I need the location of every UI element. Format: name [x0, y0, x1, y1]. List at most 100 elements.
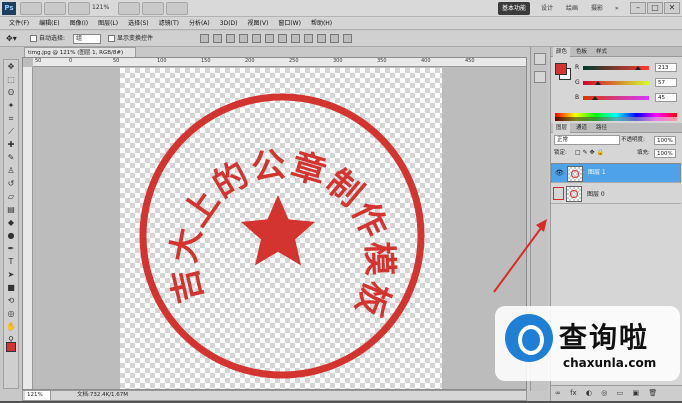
move-tool-preset-icon[interactable]: ✥▾	[6, 34, 17, 44]
trash-icon[interactable]: 🗑	[648, 389, 657, 397]
align-hcenter-icon[interactable]	[252, 34, 261, 43]
tab-swatches[interactable]: 色板	[573, 47, 590, 57]
magic-wand-tool-icon[interactable]: ✦	[5, 100, 17, 112]
auto-select-checkbox[interactable]	[30, 35, 37, 42]
workspace-design[interactable]: 设计	[537, 2, 557, 15]
close-button[interactable]: ✕	[664, 2, 680, 14]
move-tool-icon[interactable]: ✥	[5, 61, 17, 73]
hidden-visibility-toggle[interactable]	[553, 187, 564, 200]
screen-mode-button[interactable]	[166, 2, 188, 15]
view-extras-button[interactable]	[68, 2, 90, 15]
distribute-bottom-icon[interactable]	[304, 34, 313, 43]
blend-mode-dropdown[interactable]: 正常	[554, 135, 620, 145]
distribute-left-icon[interactable]	[317, 34, 326, 43]
clone-stamp-tool-icon[interactable]: ♙	[5, 165, 17, 177]
document-size-info[interactable]: 文档:732.4K/1.67M	[77, 391, 128, 400]
distribute-hcenter-icon[interactable]	[330, 34, 339, 43]
menu-file[interactable]: 文件(F)	[4, 17, 34, 29]
menu-edit[interactable]: 编辑(E)	[34, 17, 64, 29]
maximize-button[interactable]: □	[647, 2, 663, 14]
slider-thumb[interactable]	[591, 96, 598, 100]
auto-select-dropdown[interactable]: 组	[73, 34, 101, 44]
layer-style-icon[interactable]: fx	[570, 389, 577, 397]
layer-name[interactable]: 图层 0	[587, 189, 605, 198]
pen-tool-icon[interactable]: ✒	[5, 243, 17, 255]
shape-tool-icon[interactable]: ■	[5, 282, 17, 294]
color-spectrum-bar[interactable]	[555, 113, 677, 121]
align-right-icon[interactable]	[265, 34, 274, 43]
menu-filter[interactable]: 滤镜(T)	[154, 17, 184, 29]
history-brush-tool-icon[interactable]: ↺	[5, 178, 17, 190]
menu-help[interactable]: 帮助(H)	[306, 17, 337, 29]
bridge-button[interactable]	[20, 2, 42, 15]
distribute-top-icon[interactable]	[278, 34, 287, 43]
history-panel-icon[interactable]	[533, 53, 546, 65]
menu-analysis[interactable]: 分析(A)	[184, 17, 215, 29]
red-value-field[interactable]: 213	[655, 63, 677, 72]
tab-channels[interactable]: 通道	[573, 123, 590, 133]
dodge-tool-icon[interactable]: ●	[5, 230, 17, 242]
align-left-icon[interactable]	[239, 34, 248, 43]
layer-row-1[interactable]: 👁 图层 1	[551, 163, 681, 183]
slider-thumb[interactable]	[635, 66, 642, 70]
opacity-field[interactable]: 100%	[654, 136, 676, 145]
layer-row-0[interactable]: 图层 0	[551, 184, 681, 204]
adjustment-layer-icon[interactable]: ◐	[586, 389, 592, 397]
show-transform-option[interactable]: 显示变换控件	[108, 34, 153, 44]
new-layer-icon[interactable]: ▣	[632, 389, 639, 397]
slider-thumb[interactable]	[594, 81, 601, 85]
3d-rotate-tool-icon[interactable]: ⟲	[5, 295, 17, 307]
lasso-tool-icon[interactable]: ʘ	[5, 87, 17, 99]
layer-mask-icon[interactable]: ◎	[601, 389, 607, 397]
blue-value-field[interactable]: 45	[655, 93, 677, 102]
tab-layers[interactable]: 图层	[553, 123, 571, 133]
workspace-painting[interactable]: 绘画	[562, 2, 582, 15]
fill-field[interactable]: 100%	[654, 149, 676, 158]
menu-layer[interactable]: 图层(L)	[93, 17, 123, 29]
minimize-button[interactable]: –	[630, 2, 646, 14]
eyedropper-tool-icon[interactable]: ⟋	[5, 126, 17, 138]
mini-bridge-button[interactable]	[44, 2, 66, 15]
tab-paths[interactable]: 路径	[593, 123, 610, 133]
workspace-photography[interactable]: 摄影	[587, 2, 607, 15]
distribute-vcenter-icon[interactable]	[291, 34, 300, 43]
healing-brush-tool-icon[interactable]: ✚	[5, 139, 17, 151]
lock-icons[interactable]: □ ✎ ✥ 🔒	[575, 148, 604, 158]
brush-tool-icon[interactable]: ✎	[5, 152, 17, 164]
green-slider[interactable]	[583, 81, 649, 85]
image-canvas[interactable]: 吉大上的公章制作模板	[120, 68, 442, 389]
menu-select[interactable]: 选择(S)	[123, 17, 154, 29]
menu-3d[interactable]: 3D(D)	[215, 17, 243, 29]
more-workspaces-button[interactable]: »	[611, 2, 623, 15]
status-zoom-field[interactable]: 121%	[25, 391, 51, 400]
eraser-tool-icon[interactable]: ▱	[5, 191, 17, 203]
align-top-icon[interactable]	[200, 34, 209, 43]
marquee-tool-icon[interactable]: ⬚	[5, 74, 17, 86]
gradient-tool-icon[interactable]: ▤	[5, 204, 17, 216]
tab-styles[interactable]: 样式	[593, 47, 610, 57]
menu-view[interactable]: 视图(V)	[243, 17, 274, 29]
new-group-icon[interactable]: ▭	[617, 389, 624, 397]
type-tool-icon[interactable]: T	[5, 256, 17, 268]
arrange-documents-button[interactable]	[142, 2, 164, 15]
eye-icon[interactable]: 👁	[555, 169, 564, 178]
distribute-right-icon[interactable]	[343, 34, 352, 43]
foreground-color-box[interactable]	[555, 63, 567, 75]
menu-window[interactable]: 窗口(W)	[273, 17, 306, 29]
blur-tool-icon[interactable]: ◆	[5, 217, 17, 229]
green-value-field[interactable]: 57	[655, 78, 677, 87]
menu-image[interactable]: 图像(I)	[65, 17, 93, 29]
tab-color[interactable]: 颜色	[553, 47, 571, 57]
hand-tool-button[interactable]	[118, 2, 140, 15]
3d-orbit-tool-icon[interactable]: ◎	[5, 308, 17, 320]
show-transform-checkbox[interactable]	[108, 35, 115, 42]
auto-select-option[interactable]: 自动选择:	[30, 34, 65, 44]
foreground-color-swatch[interactable]	[6, 342, 16, 352]
actions-panel-icon[interactable]	[533, 71, 546, 83]
layer-name[interactable]: 图层 1	[588, 169, 606, 177]
path-selection-tool-icon[interactable]: ➤	[5, 269, 17, 281]
workspace-essentials[interactable]: 基本功能	[498, 2, 531, 15]
align-bottom-icon[interactable]	[226, 34, 235, 43]
align-vcenter-icon[interactable]	[213, 34, 222, 43]
link-layers-icon[interactable]: ∞	[555, 389, 561, 397]
